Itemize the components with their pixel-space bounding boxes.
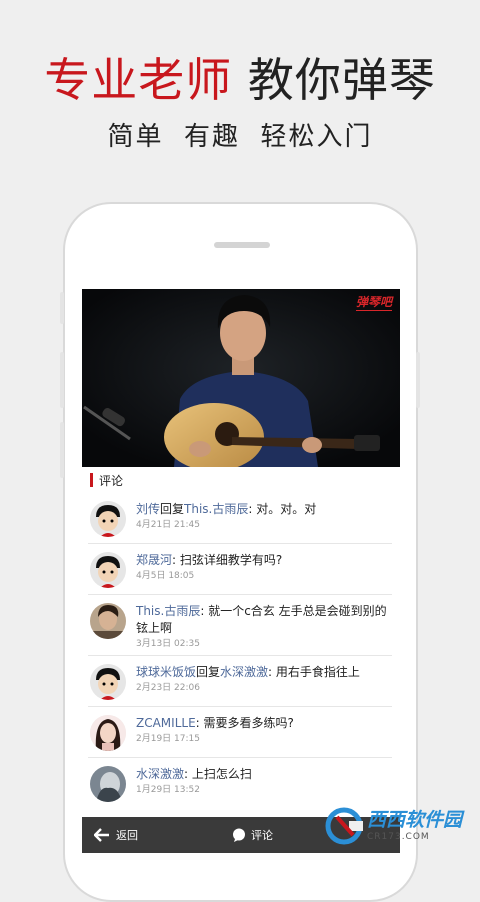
phone-side-button — [60, 422, 64, 478]
section-title-text: 评论 — [99, 473, 124, 488]
comment-author[interactable]: 郑晟河 — [136, 553, 172, 567]
comment-item[interactable]: 刘传回复This.古雨辰: 对。对。对 4月21日 21:45 — [88, 493, 392, 544]
comment-body: 刘传回复This.古雨辰: 对。对。对 4月21日 21:45 — [136, 501, 392, 532]
comment-body: 水深激激: 上扫怎么扫 1月29日 13:52 — [136, 766, 392, 797]
phone-speaker — [214, 242, 270, 248]
comment-item[interactable]: 水深激激: 上扫怎么扫 1月29日 13:52 — [88, 758, 392, 808]
comment-time: 1月29日 13:52 — [136, 785, 200, 795]
watermark-domain: CR173.COM — [366, 832, 430, 842]
video-player[interactable]: 弹琴吧 — [82, 289, 400, 467]
comment-body: ZCAMILLE: 需要多看多练吗? 2月19日 17:15 — [136, 715, 392, 746]
comment-body: 球球米饭饭回复水深激激: 用右手食指往上 2月23日 22:06 — [136, 664, 392, 695]
comment-text: : 用右手食指往上 — [268, 665, 360, 679]
comment-text: : 对。对。对 — [248, 502, 317, 516]
section-accent-bar — [90, 473, 93, 487]
comment-list: 刘传回复This.古雨辰: 对。对。对 4月21日 21:45 郑晟河: 扫弦详… — [82, 493, 400, 808]
headline-dark: 教你弹琴 — [247, 53, 436, 107]
phone-side-button — [60, 292, 64, 324]
comment-author[interactable]: 刘传 — [136, 502, 160, 516]
phone-side-button — [416, 352, 420, 408]
reply-word: 回复 — [196, 665, 221, 679]
comment-bubble-icon — [233, 828, 245, 842]
comment-text: : 需要多看多练吗? — [195, 716, 294, 730]
comment-item[interactable]: ZCAMILLE: 需要多看多练吗? 2月19日 17:15 — [88, 707, 392, 758]
comment-author[interactable]: ZCAMILLE — [136, 716, 196, 730]
promo-headline: 专业老师 教你弹琴 — [0, 52, 480, 108]
comment-time: 3月13日 02:35 — [136, 639, 200, 649]
comment-text-line: This.古雨辰: 就一个c合玄 左手总是会碰到别的铉上啊 — [136, 603, 392, 637]
reply-target[interactable]: This.古雨辰 — [184, 502, 248, 516]
comment-text: : 上扫怎么扫 — [184, 767, 252, 781]
comment-text-line: 球球米饭饭回复水深激激: 用右手食指往上 — [136, 664, 392, 681]
photo-avatar[interactable] — [90, 766, 126, 802]
comment-text-line: 水深激激: 上扫怎么扫 — [136, 766, 392, 783]
reply-word: 回复 — [160, 502, 185, 516]
comment-text-line: ZCAMILLE: 需要多看多练吗? — [136, 715, 392, 732]
promo-subline: 简单 有趣 轻松入门 — [107, 122, 373, 152]
comment-author[interactable]: 球球米饭饭 — [136, 665, 196, 679]
headline-red: 专业老师 — [44, 53, 233, 107]
comment-label: 评论 — [251, 829, 273, 842]
back-button[interactable]: 返回 — [94, 827, 138, 843]
comment-time: 2月23日 22:06 — [136, 683, 200, 693]
video-frame-guitarist — [82, 289, 400, 467]
app-screen: 弹琴吧 评论 刘传回复This.古雨辰: 对。对。对 4月21日 21:45 郑… — [82, 289, 400, 853]
comment-body: This.古雨辰: 就一个c合玄 左手总是会碰到别的铉上啊 3月13日 02:3… — [136, 603, 392, 651]
reply-target[interactable]: 水深激激 — [220, 665, 268, 679]
back-arrow-icon — [94, 828, 109, 842]
cartoon-avatar[interactable] — [90, 552, 126, 588]
watermark-title: 西西软件园 — [366, 809, 462, 831]
comment-time: 4月5日 18:05 — [136, 571, 195, 581]
watermark-logo-icon — [325, 807, 363, 845]
comments-section-title: 评论 — [90, 471, 123, 489]
comment-author[interactable]: This.古雨辰 — [136, 604, 200, 618]
comment-text: : 扫弦详细教学有吗? — [172, 553, 283, 567]
back-label: 返回 — [116, 829, 138, 842]
cartoon-avatar[interactable] — [90, 664, 126, 700]
site-watermark: 西西软件园 CR173.COM — [325, 806, 462, 846]
comment-author[interactable]: 水深激激 — [136, 767, 184, 781]
photo-avatar[interactable] — [90, 603, 126, 639]
brand-logo: 弹琴吧 — [355, 295, 392, 311]
comment-text-line: 郑晟河: 扫弦详细教学有吗? — [136, 552, 392, 569]
girl-avatar[interactable] — [90, 715, 126, 751]
comment-time: 2月19日 17:15 — [136, 734, 200, 744]
comment-time: 4月21日 21:45 — [136, 520, 200, 530]
comment-item[interactable]: 球球米饭饭回复水深激激: 用右手食指往上 2月23日 22:06 — [88, 656, 392, 707]
watermark-text: 西西软件园 CR173.COM — [367, 809, 462, 843]
comment-item[interactable]: 郑晟河: 扫弦详细教学有吗? 4月5日 18:05 — [88, 544, 392, 595]
comment-body: 郑晟河: 扫弦详细教学有吗? 4月5日 18:05 — [136, 552, 392, 583]
comment-item[interactable]: This.古雨辰: 就一个c合玄 左手总是会碰到别的铉上啊 3月13日 02:3… — [88, 595, 392, 656]
comment-button[interactable]: 评论 — [232, 827, 273, 843]
cartoon-avatar[interactable] — [90, 501, 126, 537]
comment-text-line: 刘传回复This.古雨辰: 对。对。对 — [136, 501, 392, 518]
phone-side-button — [60, 352, 64, 408]
